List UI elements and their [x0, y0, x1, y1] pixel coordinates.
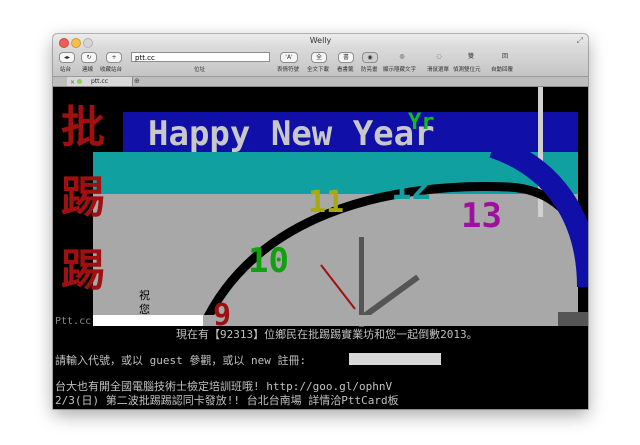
login-prompt: 請輸入代號，或以 guest 參觀，或以 new 註冊:: [55, 354, 313, 367]
download-label: 全文下載: [307, 67, 330, 73]
reconnect-label: 連線: [82, 67, 94, 73]
eye-icon: ◉: [367, 54, 373, 61]
add-bookmark-button[interactable]: +: [106, 52, 122, 63]
tab-label: ptt.cc: [90, 78, 109, 85]
eye-hidden-icon: ◎: [399, 53, 405, 60]
address-input[interactable]: ptt.cc: [131, 52, 270, 62]
emoticons-label: 表情符號: [277, 67, 300, 73]
arrows-icon: ◂▸: [63, 54, 71, 61]
small-char-2: 您: [139, 303, 150, 316]
font-icon: 'A': [285, 54, 293, 61]
text-icon: 全: [315, 54, 322, 61]
login-input[interactable]: [349, 353, 441, 365]
reload-icon: ↻: [86, 54, 92, 61]
detect-double-byte-label: 偵測雙位元: [453, 67, 481, 73]
mouse-menu-button[interactable]: ◌: [432, 52, 446, 61]
add-bookmark-label: 收藏站台: [100, 67, 123, 73]
detect-double-byte-button[interactable]: 雙: [464, 52, 478, 61]
clock-number-13: 13: [461, 196, 502, 236]
anti-idle-label: 防亮畫: [361, 67, 378, 73]
terminal-screen[interactable]: Happy New Year Yr 批 踢 踢 祝 您 Ptt.cc 11 12…: [53, 87, 588, 409]
app-window: Welly ⤢ ◂▸ 站台 ↻ 連線 + 收藏站台 ptt.cc 位址 'A' …: [53, 34, 588, 409]
side-char-3: 踢: [61, 245, 105, 296]
new-tab-button[interactable]: ⊕: [134, 77, 140, 86]
bookmarks-label: 看書籤: [337, 67, 354, 73]
ptt-label: Ptt.cc: [55, 316, 91, 327]
auto-reply-label: 自動回覆: [491, 67, 514, 73]
bookmarks-button[interactable]: 書: [338, 52, 354, 63]
window-title: Welly: [309, 36, 332, 45]
mouse-icon: ◌: [436, 53, 442, 60]
toolbar: ◂▸ 站台 ↻ 連線 + 收藏站台 ptt.cc 位址 'A' 表情符號 全 全…: [53, 50, 588, 77]
book-icon: 書: [342, 54, 349, 61]
show-hidden-button[interactable]: ◎: [395, 52, 409, 61]
resize-arrows-icon[interactable]: ⤢: [577, 36, 583, 46]
reply-icon: 回: [501, 53, 508, 60]
connection-status-icon: [77, 79, 82, 84]
emoticons-button[interactable]: 'A': [280, 52, 298, 63]
promo-line-2: 2/3(日) 第二波批踢踢認同卡發放!! 台北台南場 詳情洽PttCard板: [55, 394, 399, 407]
title-bar: Welly ⤢: [53, 34, 588, 50]
small-char-1: 祝: [139, 288, 150, 302]
plus-icon: +: [111, 54, 117, 61]
tab-ptt[interactable]: × ptt.cc: [67, 77, 133, 86]
tab-bar: × ptt.cc ⊕: [53, 77, 588, 87]
anti-idle-button[interactable]: ◉: [362, 52, 378, 63]
show-hidden-label: 顯示隱藏文字: [383, 67, 417, 73]
clock-number-11: 11: [308, 185, 344, 220]
double-icon: 雙: [467, 53, 474, 60]
auto-reply-button[interactable]: 回: [498, 52, 512, 61]
reconnect-button[interactable]: ↻: [81, 52, 97, 63]
side-char-2: 踢: [61, 172, 105, 223]
close-icon[interactable]: ×: [70, 78, 75, 87]
address-label: 位址: [194, 67, 206, 73]
sites-button[interactable]: ◂▸: [59, 52, 75, 63]
download-button[interactable]: 全: [311, 52, 327, 63]
svg-text:Yr: Yr: [408, 110, 435, 135]
online-count-text: 現在有【92313】位鄉民在批踢踢實業坊和您一起倒數2013。: [176, 328, 478, 341]
banner-text: Happy New Year: [148, 114, 435, 154]
clock-number-10: 10: [248, 241, 289, 281]
clock-number-12: 12: [391, 168, 432, 208]
sites-label: 站台: [60, 67, 72, 73]
side-char-1: 批: [61, 102, 105, 153]
mouse-menu-label: 滑鼠選單: [427, 67, 450, 73]
